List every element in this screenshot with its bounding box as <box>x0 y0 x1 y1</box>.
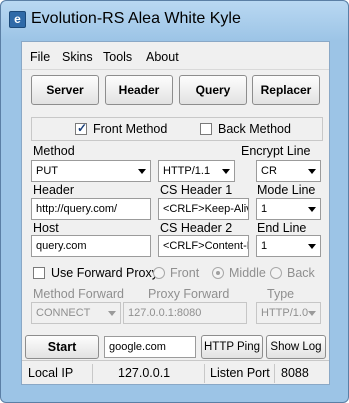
back-method-label: Back Method <box>218 122 291 136</box>
encrypt-line-label: Encrypt Line <box>241 144 311 158</box>
method-forward-value: CONNECT <box>36 307 91 319</box>
status-bar: Local IP 127.0.0.1 Listen Port 8088 <box>22 360 329 385</box>
target-host-input[interactable]: google.com <box>104 336 196 358</box>
encrypt-line-value: CR <box>261 165 277 177</box>
http-version-select[interactable]: HTTP/1.1 <box>158 160 235 182</box>
cs-header-1-label: CS Header 1 <box>160 183 233 197</box>
menu-file[interactable]: File <box>30 50 50 64</box>
chevron-down-icon <box>308 311 316 316</box>
chevron-down-icon <box>222 169 230 174</box>
cs-header-2-label: CS Header 2 <box>160 221 233 235</box>
http-ping-button[interactable]: HTTP Ping <box>201 335 263 359</box>
listen-port-label: Listen Port <box>210 366 270 380</box>
show-log-button[interactable]: Show Log <box>266 335 326 359</box>
status-divider <box>204 364 205 383</box>
server-button[interactable]: Server <box>31 75 99 105</box>
listen-port-value: 8088 <box>281 366 309 380</box>
chevron-down-icon <box>308 207 316 212</box>
proxy-front-radio[interactable] <box>153 267 165 279</box>
cs-header-2-input[interactable]: <CRLF>Content-Le <box>158 235 249 257</box>
method-position-group: ✓ Front Method Back Method <box>31 117 323 141</box>
use-forward-proxy-checkbox[interactable] <box>33 267 45 279</box>
proxy-forward-label: Proxy Forward <box>148 287 230 301</box>
host-input[interactable]: query.com <box>31 235 151 257</box>
chevron-down-icon <box>308 169 316 174</box>
end-line-value: 1 <box>261 240 268 252</box>
header-label: Header <box>33 183 74 197</box>
proxy-back-radio[interactable] <box>270 267 282 279</box>
main-panel: File Skins Tools About Server Header Que… <box>21 41 330 385</box>
chevron-down-icon <box>138 169 146 174</box>
proxy-middle-label: Middle <box>229 266 266 280</box>
header-button[interactable]: Header <box>105 75 173 105</box>
end-line-select[interactable]: 1 <box>256 235 321 257</box>
local-ip-value: 127.0.0.1 <box>118 366 171 380</box>
method-select[interactable]: PUT <box>31 160 151 182</box>
type-value: HTTP/1.0 <box>261 307 309 319</box>
encrypt-line-select[interactable]: CR <box>256 160 321 182</box>
chevron-down-icon <box>308 244 316 249</box>
query-button[interactable]: Query <box>179 75 247 105</box>
status-divider <box>274 364 275 383</box>
type-select[interactable]: HTTP/1.0 <box>256 302 321 324</box>
proxy-front-label: Front <box>170 266 200 280</box>
proxy-back-label: Back <box>287 266 315 280</box>
local-ip-label: Local IP <box>28 366 74 380</box>
host-label: Host <box>33 221 59 235</box>
menu-divider <box>22 69 329 70</box>
mode-line-value: 1 <box>261 203 268 215</box>
method-forward-select[interactable]: CONNECT <box>31 302 121 324</box>
menu-skins[interactable]: Skins <box>62 50 93 64</box>
header-input[interactable]: http://query.com/ <box>31 198 151 220</box>
front-method-label: Front Method <box>93 122 168 136</box>
method-forward-label: Method Forward <box>33 287 125 301</box>
use-forward-proxy-label: Use Forward Proxy <box>51 266 158 280</box>
checkmark-icon: ✓ <box>77 121 88 135</box>
start-button[interactable]: Start <box>25 335 99 359</box>
end-line-label: End Line <box>257 221 307 235</box>
cs-header-1-input[interactable]: <CRLF>Keep-Alive <box>158 198 249 220</box>
mode-line-label: Mode Line <box>257 183 316 197</box>
title-bar[interactable]: e Evolution-RS Alea White Kyle <box>1 1 348 41</box>
mode-line-select[interactable]: 1 <box>256 198 321 220</box>
proxy-middle-radio[interactable] <box>212 267 224 279</box>
window-title: Evolution-RS Alea White Kyle <box>31 10 241 27</box>
back-method-checkbox[interactable] <box>200 123 212 135</box>
http-version-value: HTTP/1.1 <box>163 165 211 177</box>
app-icon: e <box>9 11 26 28</box>
method-label: Method <box>33 144 75 158</box>
status-divider <box>92 364 93 383</box>
menu-tools[interactable]: Tools <box>103 50 132 64</box>
chevron-down-icon <box>108 311 116 316</box>
replacer-button[interactable]: Replacer <box>252 75 320 105</box>
type-label: Type <box>267 287 295 301</box>
front-method-checkbox[interactable]: ✓ <box>75 121 88 135</box>
menu-about[interactable]: About <box>146 50 179 64</box>
app-window: e Evolution-RS Alea White Kyle File Skin… <box>0 0 349 403</box>
method-value: PUT <box>36 165 58 177</box>
menu-bar: File Skins Tools About <box>22 50 329 68</box>
proxy-forward-input[interactable]: 127.0.0.1:8080 <box>123 302 247 324</box>
